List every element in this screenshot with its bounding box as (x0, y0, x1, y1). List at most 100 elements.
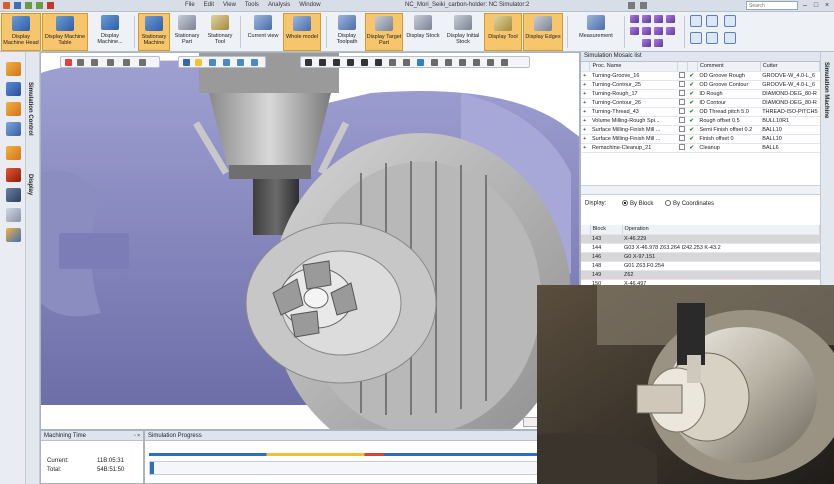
visible-checkbox[interactable] (677, 143, 688, 153)
visible-checkbox[interactable] (677, 134, 688, 144)
mosaic-row[interactable]: + Remachine-Cleanup_21 ✔ Cleanup BALL6 (581, 143, 820, 153)
rotate-icon[interactable] (706, 32, 718, 44)
display-toolpath-button[interactable]: Display Toolpath (330, 13, 364, 51)
redo-icon[interactable] (36, 2, 43, 9)
minimize-icon[interactable]: – (800, 1, 810, 10)
block-row[interactable]: 149 Z62 (581, 270, 820, 280)
layout-icon[interactable] (640, 2, 647, 9)
menu-file[interactable]: File (185, 2, 195, 8)
active-check[interactable]: ✔ (687, 98, 698, 108)
col-proc-name[interactable]: Proc. Name (589, 62, 678, 72)
collision-icon[interactable] (417, 59, 424, 66)
view-top-icon[interactable] (630, 27, 639, 35)
by-block-radio[interactable]: By Block (622, 200, 653, 207)
mosaic-row[interactable]: + Surface Milling-Finish Mill ... ✔ Semi Fi… (581, 125, 820, 135)
active-check[interactable]: ✔ (687, 71, 698, 81)
report-icon[interactable] (459, 59, 466, 66)
mosaic-row[interactable]: + Turning-Thread_43 ✔ OD Thread pitch 5.0 TH… (581, 107, 820, 117)
view-trimetric-icon[interactable] (642, 39, 651, 47)
menu-edit[interactable]: Edit (204, 2, 214, 8)
mosaic-row[interactable]: + Turning-Groove_16 ✔ OD Groove Rough GROOVE… (581, 71, 820, 81)
stationary-tool-button[interactable]: Stationary Tool (204, 13, 236, 51)
mosaic-row[interactable]: + Volume Milling-Rough Spi... ✔ Rough offse… (581, 116, 820, 126)
wireframe-icon[interactable] (223, 59, 230, 66)
mosaic-row[interactable]: + Turning-Rough_17 ✔ ID Rough DIAMOND-DEG_80… (581, 89, 820, 99)
pause-icon[interactable] (347, 59, 354, 66)
active-check[interactable]: ✔ (687, 134, 698, 144)
visible-checkbox[interactable] (677, 89, 688, 99)
operations-icon[interactable] (6, 102, 21, 116)
stock-display-icon[interactable] (6, 146, 21, 160)
export-icon[interactable] (6, 228, 21, 242)
search-input[interactable] (746, 1, 798, 10)
rewind-icon[interactable] (305, 59, 312, 66)
menu-window[interactable]: Window (299, 2, 320, 8)
menu-view[interactable]: View (223, 2, 236, 8)
visible-checkbox[interactable] (677, 71, 688, 81)
row-expand[interactable]: + (581, 89, 590, 99)
select-icon[interactable] (77, 59, 84, 66)
visible-checkbox[interactable] (677, 98, 688, 108)
view-right-icon[interactable] (666, 15, 675, 23)
row-expand[interactable]: + (581, 107, 590, 117)
step-back-icon[interactable] (319, 59, 326, 66)
view-back-icon[interactable] (642, 15, 651, 23)
trace-icon[interactable] (431, 59, 438, 66)
pan-icon[interactable] (690, 32, 702, 44)
row-expand[interactable]: + (581, 143, 590, 153)
display-machine-table-button[interactable]: Display Machine Table (42, 13, 88, 51)
row-expand[interactable]: + (581, 116, 590, 126)
zoom-out-icon[interactable] (724, 32, 736, 44)
view-front-icon[interactable] (630, 15, 639, 23)
regenerate-icon[interactable] (47, 2, 54, 9)
filter-icon[interactable] (91, 59, 98, 66)
zoom-window-icon[interactable] (690, 15, 702, 27)
row-expand[interactable]: + (581, 125, 590, 135)
active-check[interactable]: ✔ (687, 143, 698, 153)
compare-icon[interactable] (445, 59, 452, 66)
zoom-in-icon[interactable] (706, 15, 718, 27)
mosaic-scrollbar[interactable] (581, 185, 820, 195)
active-check[interactable]: ✔ (687, 116, 698, 126)
view-iso-icon[interactable] (654, 27, 663, 35)
visible-checkbox[interactable] (677, 107, 688, 117)
tab-display[interactable]: Display (27, 174, 33, 195)
display-machine-button[interactable]: Display Machine... (89, 13, 131, 51)
machine-setup-icon[interactable] (6, 82, 21, 96)
fast-forward-icon[interactable] (375, 59, 382, 66)
row-expand[interactable]: + (581, 134, 590, 144)
bulb-icon[interactable] (195, 59, 202, 66)
tools-icon[interactable] (6, 122, 21, 136)
measurement-button[interactable]: Measurement (572, 13, 620, 51)
display-edges-button[interactable]: Display Edges (523, 13, 563, 51)
current-view-button[interactable]: Current view (244, 13, 282, 51)
capture-icon[interactable] (473, 59, 480, 66)
tab-simulation-machine[interactable]: Simulation Machine (823, 62, 829, 118)
tab-simulation-control[interactable]: Simulation Control (27, 82, 33, 136)
panel-pin-icon[interactable]: ▫ × (134, 433, 140, 439)
section-icon[interactable] (251, 59, 258, 66)
layers-icon[interactable] (6, 188, 21, 202)
visible-checkbox[interactable] (677, 125, 688, 135)
close-icon[interactable]: × (822, 1, 832, 10)
active-check[interactable]: ✔ (687, 107, 698, 117)
mosaic-row[interactable]: + Turning-Contour_26 ✔ ID Contour DIAMOND-DE… (581, 98, 820, 108)
zoom-fit-icon[interactable] (724, 15, 736, 27)
stationary-machine-button[interactable]: Stationary Machine (138, 13, 170, 51)
view-bottom-icon[interactable] (642, 27, 651, 35)
mosaic-row[interactable]: + Surface Milling-Finish Mill ... ✔ Finish … (581, 134, 820, 144)
row-expand[interactable]: + (581, 71, 590, 81)
mosaic-row[interactable]: + Turning-Contour_25 ✔ OD Groove Contour GRO… (581, 80, 820, 90)
light-icon[interactable] (183, 59, 190, 66)
undo-icon[interactable] (25, 2, 32, 9)
help-icon[interactable] (501, 59, 508, 66)
col-comment[interactable]: Comment (697, 62, 761, 72)
display-stock-button[interactable]: Display Stock (404, 13, 442, 51)
col-block[interactable]: Block (590, 225, 623, 235)
active-check[interactable]: ✔ (687, 80, 698, 90)
snap-icon[interactable] (107, 59, 114, 66)
collision-check-icon[interactable] (6, 168, 21, 182)
grid-icon[interactable] (139, 59, 146, 66)
block-row[interactable]: 148 G01 Z63.F0.254 (581, 261, 820, 271)
menu-analysis[interactable]: Analysis (268, 2, 290, 8)
